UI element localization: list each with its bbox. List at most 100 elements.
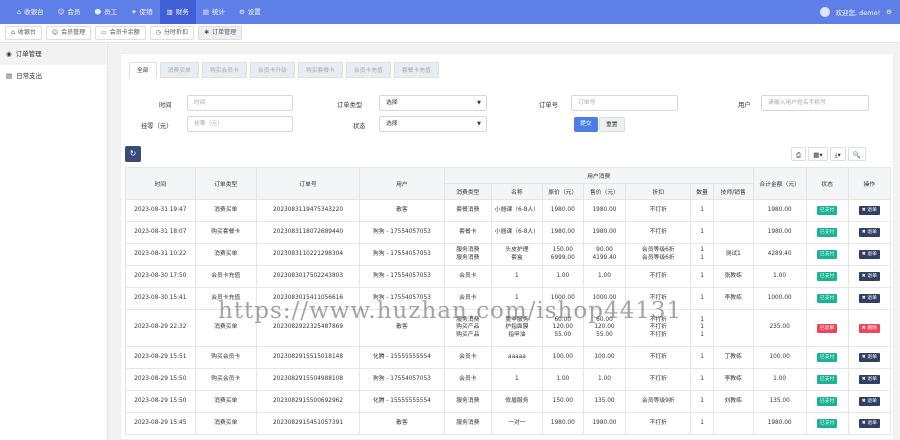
subtab-3[interactable]: 会员卡升级 — [249, 62, 295, 78]
cell-discount-text: 不打折 — [649, 375, 667, 382]
status-select[interactable]: 选择 ▼ — [379, 116, 487, 132]
sidebar-item-expenses[interactable]: ▤ 日常支出 — [0, 65, 107, 87]
action-label: 退单 — [867, 208, 877, 213]
cell-order-no: 2023082915451057391 — [255, 412, 361, 435]
col-order-no[interactable]: 订单号 — [255, 167, 361, 200]
col-sale-price[interactable]: 售价（元） — [582, 183, 627, 200]
subtab-1[interactable]: 消费买单 — [159, 62, 199, 78]
col-status[interactable]: 状态 — [805, 167, 849, 200]
cell-original-price: 1000.00 — [541, 287, 584, 310]
open-tabs-bar: ⌂ 收银台 ☺ 会员管理 ▭ 会员卡余额 ◷ 分时折扣 ✱ 订单管理 — [0, 24, 900, 43]
refresh-button[interactable]: ↻ — [125, 146, 141, 162]
topnav-item-1[interactable]: ☺ 会员 — [51, 0, 88, 24]
cell-quantity: 1 — [690, 287, 714, 310]
refund-button[interactable]: ✖ 退单 — [858, 250, 880, 259]
subtab-0[interactable]: 全部 — [129, 62, 157, 78]
col-total[interactable]: 合计金额（元） — [752, 167, 807, 200]
cell-original-price: 1.00 — [541, 265, 584, 288]
download-icon[interactable]: ⤓▾ — [829, 147, 846, 161]
cell-status: 已支付 — [805, 243, 849, 266]
action-label: 退单 — [867, 355, 877, 360]
col-time[interactable]: 时间 — [125, 167, 196, 200]
cell-order-no: 2023083017502243803 — [255, 265, 361, 288]
subtab-2[interactable]: 购买会员卡 — [201, 62, 247, 78]
refund-button[interactable]: ✖ 退单 — [858, 294, 880, 303]
col-order-type[interactable]: 订单类型 — [194, 167, 257, 200]
cell-action: ✖ 退单 — [847, 287, 892, 310]
time-input[interactable]: 时间 — [187, 95, 293, 111]
search-icon[interactable]: 🔍 — [847, 147, 866, 161]
topnav-item-5[interactable]: ▤ 统计 — [196, 0, 232, 24]
refund-button[interactable]: ✖ 退单 — [858, 228, 880, 237]
status-label: 状态 — [353, 123, 366, 130]
cell-discount-text: 不打折 — [649, 353, 667, 360]
cell-order-type-text: 消费买单 — [214, 419, 238, 426]
refund-button[interactable]: ✖ 退单 — [858, 375, 880, 384]
cell-discount: 不打折 — [625, 221, 692, 244]
topnav-item-6[interactable]: ⚙ 设置 — [232, 0, 268, 24]
cell-order-type: 消费买单 — [194, 309, 257, 347]
cell-sale-price-text: 1980.00 — [592, 228, 617, 235]
export-icon[interactable]: ⎙ — [791, 147, 807, 161]
cell-discount: 不打折 不打折 不打折 — [625, 309, 692, 347]
open-tab-2[interactable]: ▭ 会员卡余额 — [95, 26, 146, 40]
cell-user: 狗狗 - 17554057053 — [359, 243, 445, 266]
open-tab-label: 会员管理 — [61, 29, 86, 36]
cell-order-no-text: 2023083015411056616 — [272, 294, 344, 301]
cell-original-price-text: 1980.00 — [550, 228, 575, 235]
subtab-6[interactable]: 套餐卡充值 — [393, 62, 439, 78]
order-type-select[interactable]: 选择 ▼ — [379, 95, 487, 111]
topnav-item-3[interactable]: ✦ 促销 — [124, 0, 159, 24]
col-name[interactable]: 名称 — [491, 183, 543, 200]
open-tab-3[interactable]: ◷ 分时折扣 — [149, 26, 195, 40]
cell-original-price-text: 1.00 — [556, 272, 570, 279]
cell-sale-price-text: 60.00 120.00 55.00 — [594, 316, 615, 338]
action-label: 退单 — [867, 252, 877, 257]
subtab-5[interactable]: 会员卡充值 — [345, 62, 391, 78]
cell-technician-text: 李教练 — [724, 375, 742, 382]
delete-button[interactable]: ✖ 删除 — [858, 323, 880, 333]
cell-status: 已支付 — [805, 265, 849, 288]
cell-user-text: 狗狗 - 17554057053 — [372, 294, 431, 301]
refund-button[interactable]: ✖ 退单 — [858, 419, 880, 428]
cell-order-type: 消费买单 — [194, 243, 257, 266]
col-technician[interactable]: 技师/销售 — [712, 183, 754, 200]
cell-name-text: 1 — [515, 375, 519, 382]
reset-button[interactable]: 重置 — [599, 117, 625, 132]
order-type-tabs: 全部 消费买单 购买会员卡 会员卡升级 购买套餐卡 会员卡充值 套餐卡充值 — [129, 62, 439, 78]
open-tab-4[interactable]: ✱ 订单管理 — [198, 26, 243, 40]
topnav-item-0[interactable]: ⌂ 收银台 — [10, 0, 51, 24]
cell-time-text: 2023-08-29 15:50 — [134, 375, 187, 382]
topnav-item-2[interactable]: ☻ 员工 — [87, 0, 124, 24]
col-original-price[interactable]: 原价（元） — [541, 183, 584, 200]
discount-input[interactable]: 挂零（元） — [187, 116, 293, 132]
topnav-item-4[interactable]: ▥ 财务 — [159, 0, 196, 24]
sidebar-item-orders[interactable]: ◉ 订单管理 — [0, 43, 107, 65]
cell-quantity-text: 1 — [700, 419, 704, 426]
refund-button[interactable]: ✖ 退单 — [858, 397, 880, 406]
avatar[interactable] — [819, 7, 830, 17]
cell-time: 2023-08-30 17:50 — [125, 265, 196, 288]
cell-technician — [712, 412, 754, 435]
refund-button[interactable]: ✖ 退单 — [858, 272, 880, 281]
submit-button[interactable]: 提交 — [574, 117, 598, 132]
cell-sale-price: 90.00 4199.40 — [582, 243, 627, 266]
refund-button[interactable]: ✖ 退单 — [858, 206, 880, 215]
welcome-text[interactable]: 欢迎您, demo! — [836, 7, 881, 17]
cell-quantity-text: 1 — [700, 294, 704, 301]
refund-button[interactable]: ✖ 退单 — [858, 353, 880, 362]
col-discount[interactable]: 折扣 — [625, 183, 692, 200]
cell-total: 4289.40 — [752, 243, 807, 266]
order-no-input[interactable]: 订单号 — [571, 95, 678, 111]
open-tab-1[interactable]: ☺ 会员管理 — [45, 26, 92, 40]
col-consume-type[interactable]: 消费类型 — [443, 183, 493, 200]
cell-time-text: 2023-08-29 22:32 — [134, 324, 187, 331]
cell-name-text: 小翘课（6-8人） — [494, 206, 540, 213]
col-user[interactable]: 用户 — [359, 167, 445, 200]
subtab-4[interactable]: 购买套餐卡 — [297, 62, 343, 78]
user-input[interactable]: 请输入用户姓名手机号 — [761, 95, 869, 111]
columns-icon[interactable]: ▦▾ — [808, 147, 828, 161]
settings-icon[interactable]: ⚙ — [886, 8, 892, 16]
open-tab-0[interactable]: ⌂ 收银台 — [5, 26, 42, 40]
col-quantity[interactable]: 数量 — [690, 183, 714, 200]
